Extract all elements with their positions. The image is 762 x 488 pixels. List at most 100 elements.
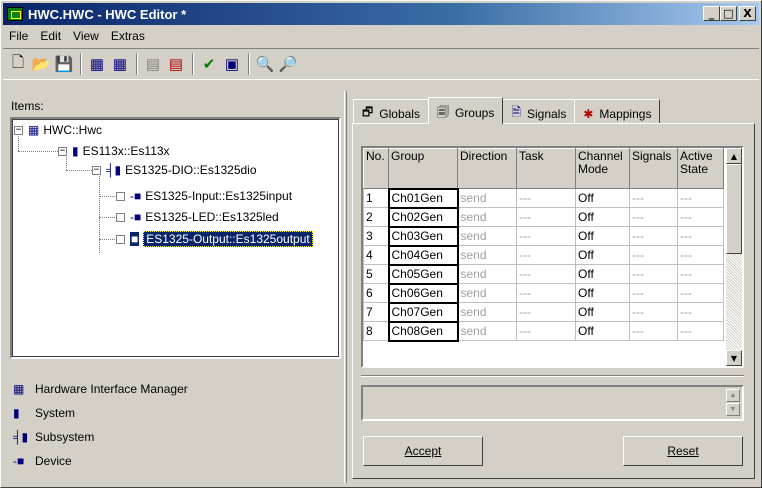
tab-groups[interactable]: 🗐 Groups — [427, 97, 504, 124]
menu-extras[interactable]: Extras — [105, 29, 151, 43]
cell-active-state[interactable]: --- — [677, 302, 724, 322]
cell-task[interactable]: --- — [516, 302, 576, 322]
cell-direction[interactable]: send — [457, 264, 517, 284]
collapse-icon[interactable]: − — [92, 165, 101, 175]
cell-channel-mode[interactable]: Off — [575, 226, 630, 246]
column-header-signals[interactable]: Signals — [629, 148, 678, 189]
add-system-icon[interactable]: ▦ — [86, 53, 108, 75]
cell-channel-mode[interactable]: Off — [575, 188, 630, 208]
table-row[interactable]: 7 Ch07Gen send --- Off --- --- — [363, 301, 724, 323]
cell-direction[interactable]: send — [457, 321, 517, 341]
cell-signals[interactable]: --- — [629, 283, 678, 303]
save-icon[interactable]: 💾 — [53, 53, 75, 75]
cell-task[interactable]: --- — [516, 321, 576, 341]
collapse-icon[interactable]: − — [14, 125, 23, 135]
open-folder-icon[interactable]: 📂 — [30, 53, 52, 75]
cell-direction[interactable]: send — [457, 226, 517, 246]
tree-item[interactable]: − ╡▮ ES1325-DIO::Es1325dio — [92, 161, 257, 179]
scroll-up-icon[interactable]: ▲ — [726, 148, 742, 164]
cell-active-state[interactable]: --- — [677, 188, 724, 208]
tab-signals[interactable]: 🗎 Signals — [502, 99, 576, 123]
cell-active-state[interactable]: --- — [677, 321, 724, 341]
table-row[interactable]: 6 Ch06Gen send --- Off --- --- — [363, 282, 724, 304]
cell-direction[interactable]: send — [457, 302, 517, 322]
cell-direction[interactable]: send — [457, 245, 517, 265]
table-row[interactable]: 4 Ch04Gen send --- Off --- --- — [363, 244, 724, 266]
new-file-icon[interactable]: 🗋 — [7, 53, 29, 75]
cell-task[interactable]: --- — [516, 188, 576, 208]
cell-signals[interactable]: --- — [629, 188, 678, 208]
cell-group[interactable]: Ch06Gen — [387, 282, 459, 304]
scroll-track[interactable] — [726, 254, 742, 350]
cell-channel-mode[interactable]: Off — [575, 321, 630, 341]
cell-group[interactable]: Ch04Gen — [387, 244, 459, 266]
cell-active-state[interactable]: --- — [677, 245, 724, 265]
column-header-no[interactable]: No. — [363, 148, 389, 189]
close-button[interactable]: X — [739, 6, 756, 21]
table-scrollbar[interactable]: ▲ ▼ — [726, 148, 742, 366]
table-row[interactable]: 3 Ch03Gen send --- Off --- --- — [363, 225, 724, 247]
table-row[interactable]: 5 Ch05Gen send --- Off --- --- — [363, 263, 724, 285]
spin-down-icon[interactable]: ▼ — [726, 403, 740, 416]
cell-direction[interactable]: send — [457, 188, 517, 208]
cell-active-state[interactable]: --- — [677, 283, 724, 303]
column-header-channel-mode[interactable]: Channel Mode — [575, 148, 630, 189]
maximize-button[interactable]: □ — [720, 6, 737, 21]
cell-channel-mode[interactable]: Off — [575, 207, 630, 227]
reset-button[interactable]: Reset — [623, 436, 743, 466]
accept-button[interactable]: Accept — [363, 436, 483, 466]
menu-file[interactable]: File — [3, 29, 34, 43]
tree-item-selected[interactable]: ■ ES1325-Output::Es1325output — [116, 230, 313, 248]
compile-icon[interactable]: ▣ — [221, 53, 243, 75]
cell-group[interactable]: Ch02Gen — [387, 206, 459, 228]
cell-no[interactable]: 5 — [363, 264, 389, 284]
cell-direction[interactable]: send — [457, 283, 517, 303]
cell-group[interactable]: Ch01Gen — [387, 187, 459, 209]
cell-no[interactable]: 1 — [363, 188, 389, 208]
cell-no[interactable]: 7 — [363, 302, 389, 322]
description-field[interactable]: ▲ ▼ — [361, 385, 744, 421]
cell-group[interactable]: Ch07Gen — [387, 301, 459, 323]
table-row[interactable]: 8 Ch08Gen send --- Off --- --- — [363, 320, 724, 342]
app-icon[interactable] — [7, 7, 23, 21]
cell-task[interactable]: --- — [516, 226, 576, 246]
search-icon[interactable]: 🔍 — [254, 53, 276, 75]
cell-group[interactable]: Ch05Gen — [387, 263, 459, 285]
column-header-active-state[interactable]: Active State — [677, 148, 724, 189]
tree-item[interactable]: − ▮ ES113x::Es113x — [58, 142, 170, 160]
tab-mappings[interactable]: ✱ Mappings — [574, 99, 661, 123]
item-tree[interactable]: − ▦ HWC::Hwc − ▮ ES113x::Es113x − ╡▮ ES1… — [10, 117, 341, 359]
splitter[interactable] — [344, 91, 347, 483]
cell-channel-mode[interactable]: Off — [575, 302, 630, 322]
menu-edit[interactable]: Edit — [34, 29, 67, 43]
cell-channel-mode[interactable]: Off — [575, 245, 630, 265]
title-bar[interactable]: HWC.HWC - HWC Editor * _ □ X — [3, 3, 759, 25]
cell-task[interactable]: --- — [516, 264, 576, 284]
cell-task[interactable]: --- — [516, 283, 576, 303]
cell-task[interactable]: --- — [516, 207, 576, 227]
cell-signals[interactable]: --- — [629, 264, 678, 284]
cell-active-state[interactable]: --- — [677, 264, 724, 284]
cell-group[interactable]: Ch08Gen — [387, 320, 459, 342]
cell-no[interactable]: 6 — [363, 283, 389, 303]
search-next-icon[interactable]: 🔎 — [277, 53, 299, 75]
table-row[interactable]: 1 Ch01Gen send --- Off --- --- — [363, 187, 724, 209]
cell-no[interactable]: 2 — [363, 207, 389, 227]
tree-item[interactable]: -■ ES1325-LED::Es1325led — [116, 208, 279, 226]
cell-task[interactable]: --- — [516, 245, 576, 265]
cell-signals[interactable]: --- — [629, 207, 678, 227]
check-icon[interactable]: ✔ — [198, 53, 220, 75]
collapse-icon[interactable]: − — [58, 146, 67, 156]
add-subsystem-icon[interactable]: ▦ — [109, 53, 131, 75]
cell-group[interactable]: Ch03Gen — [387, 225, 459, 247]
cell-active-state[interactable]: --- — [677, 207, 724, 227]
table-row[interactable]: 2 Ch02Gen send --- Off --- --- — [363, 206, 724, 228]
scroll-down-icon[interactable]: ▼ — [726, 350, 742, 366]
cell-direction[interactable]: send — [457, 207, 517, 227]
cell-channel-mode[interactable]: Off — [575, 283, 630, 303]
cell-no[interactable]: 4 — [363, 245, 389, 265]
cell-channel-mode[interactable]: Off — [575, 264, 630, 284]
add-device-disabled-icon[interactable]: ▤ — [142, 53, 164, 75]
spin-up-icon[interactable]: ▲ — [726, 389, 740, 402]
menu-view[interactable]: View — [67, 29, 105, 43]
